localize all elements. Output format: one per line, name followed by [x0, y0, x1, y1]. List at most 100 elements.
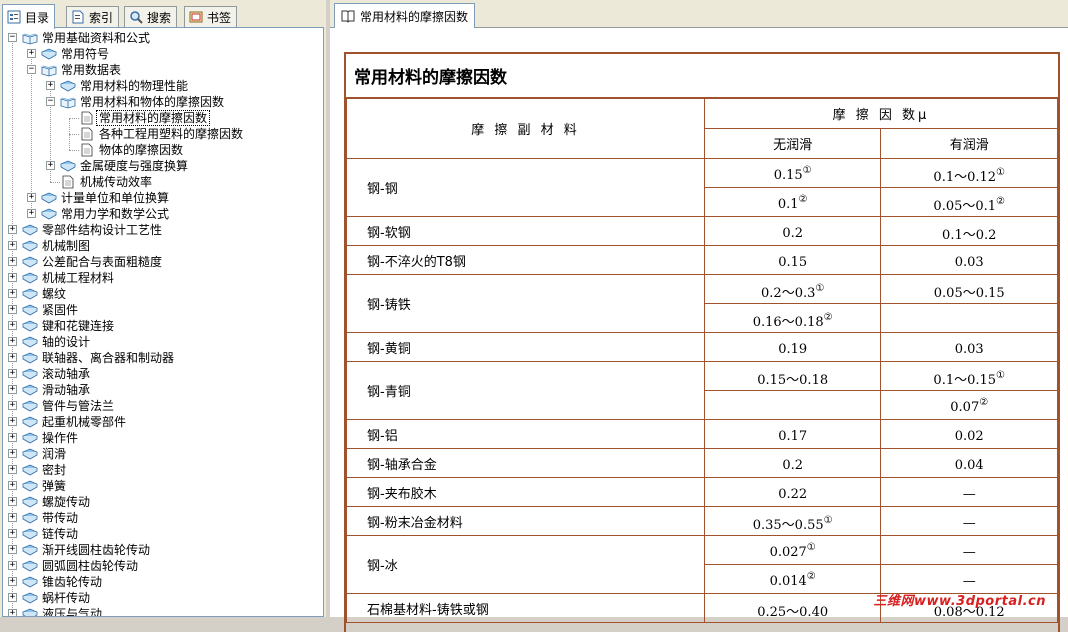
expand-icon[interactable]: + [8, 273, 17, 282]
tree-item[interactable]: + 紧固件 [3, 302, 323, 318]
tree-item-label[interactable]: 滚动轴承 [40, 367, 92, 381]
tree-item-label[interactable]: 机械工程材料 [40, 271, 116, 285]
tree-item[interactable]: + 液压与气动 [3, 606, 323, 616]
tree-item-label[interactable]: 常用力学和数学公式 [59, 207, 171, 221]
expand-icon[interactable]: + [46, 161, 55, 170]
tree-item[interactable]: 常用材料的摩擦因数 [3, 110, 323, 126]
tree-item-label[interactable]: 计量单位和单位换算 [59, 191, 171, 205]
tab-index[interactable]: 索引 [66, 6, 120, 27]
expand-icon[interactable]: + [8, 433, 17, 442]
contents-tree[interactable]: − 常用基础资料和公式 + 常用符号 − 常用数据表 + 常用材料的物理性能 − 常用材料和物体的… [2, 27, 324, 617]
tree-item-label[interactable]: 常用符号 [59, 47, 111, 61]
expand-icon[interactable]: + [8, 465, 17, 474]
tree-item[interactable]: + 滑动轴承 [3, 382, 323, 398]
tree-item[interactable]: + 常用力学和数学公式 [3, 206, 323, 222]
expand-icon[interactable]: + [27, 209, 36, 218]
expand-icon[interactable]: + [27, 49, 36, 58]
expand-icon[interactable]: + [8, 593, 17, 602]
tree-item[interactable]: + 零部件结构设计工艺性 [3, 222, 323, 238]
tree-item-label[interactable]: 滑动轴承 [40, 383, 92, 397]
tree-item[interactable]: 机械传动效率 [3, 174, 323, 190]
tree-item[interactable]: + 锥齿轮传动 [3, 574, 323, 590]
tree-item-label[interactable]: 轴的设计 [40, 335, 92, 349]
tree-item-label[interactable]: 常用材料和物体的摩擦因数 [78, 95, 226, 109]
tree-item[interactable]: + 润滑 [3, 446, 323, 462]
tree-item-label[interactable]: 起重机械零部件 [40, 415, 128, 429]
tree-item-label[interactable]: 螺旋传动 [40, 495, 92, 509]
expand-icon[interactable]: + [8, 561, 17, 570]
tree-item[interactable]: − 常用基础资料和公式 [3, 30, 323, 46]
tree-item[interactable]: + 操作件 [3, 430, 323, 446]
expand-icon[interactable]: + [8, 481, 17, 490]
expand-icon[interactable]: + [8, 321, 17, 330]
tree-item-label[interactable]: 联轴器、离合器和制动器 [40, 351, 176, 365]
tree-item[interactable]: + 联轴器、离合器和制动器 [3, 350, 323, 366]
tree-item-label[interactable]: 常用基础资料和公式 [40, 31, 152, 45]
tab-contents[interactable]: 目录 [2, 4, 56, 29]
tree-item[interactable]: + 圆弧圆柱齿轮传动 [3, 558, 323, 574]
tab-document[interactable]: 常用材料的摩擦因数 [334, 3, 476, 28]
tree-item-label[interactable]: 锥齿轮传动 [40, 575, 104, 589]
tree-item-label[interactable]: 各种工程用塑料的摩擦因数 [97, 127, 245, 141]
tree-item[interactable]: + 机械工程材料 [3, 270, 323, 286]
tree-item[interactable]: + 计量单位和单位换算 [3, 190, 323, 206]
tree-item[interactable]: + 金属硬度与强度换算 [3, 158, 323, 174]
expand-icon[interactable]: + [46, 81, 55, 90]
tree-item[interactable]: + 起重机械零部件 [3, 414, 323, 430]
tree-item[interactable]: + 公差配合与表面粗糙度 [3, 254, 323, 270]
expand-icon[interactable]: + [8, 337, 17, 346]
tree-item-label[interactable]: 紧固件 [40, 303, 80, 317]
tree-item[interactable]: + 螺旋传动 [3, 494, 323, 510]
tree-item[interactable]: + 管件与管法兰 [3, 398, 323, 414]
expand-icon[interactable]: + [8, 513, 17, 522]
tree-item-label[interactable]: 链传动 [40, 527, 80, 541]
tree-item[interactable]: − 常用数据表 [3, 62, 323, 78]
expand-icon[interactable]: + [8, 529, 17, 538]
tree-item-label[interactable]: 物体的摩擦因数 [97, 143, 185, 157]
tree-item[interactable]: 物体的摩擦因数 [3, 142, 323, 158]
tree-item[interactable]: + 轴的设计 [3, 334, 323, 350]
tree-item[interactable]: + 链传动 [3, 526, 323, 542]
tree-item-label[interactable]: 管件与管法兰 [40, 399, 116, 413]
expand-icon[interactable]: + [8, 241, 17, 250]
tree-item-label[interactable]: 密封 [40, 463, 68, 477]
tree-item-label[interactable]: 零部件结构设计工艺性 [40, 223, 164, 237]
tree-item-label[interactable]: 弹簧 [40, 479, 68, 493]
tree-item[interactable]: + 常用符号 [3, 46, 323, 62]
tab-search[interactable]: 搜索 [124, 6, 178, 27]
tree-item-label[interactable]: 渐开线圆柱齿轮传动 [40, 543, 152, 557]
tree-item-label[interactable]: 金属硬度与强度换算 [78, 159, 190, 173]
expand-icon[interactable]: + [8, 401, 17, 410]
tree-item-label[interactable]: 机械制图 [40, 239, 92, 253]
collapse-icon[interactable]: − [8, 33, 17, 42]
tree-item-label[interactable]: 液压与气动 [40, 607, 104, 616]
tree-item[interactable]: + 带传动 [3, 510, 323, 526]
tree-item-label[interactable]: 圆弧圆柱齿轮传动 [40, 559, 140, 573]
tree-item[interactable]: + 密封 [3, 462, 323, 478]
expand-icon[interactable]: + [8, 417, 17, 426]
expand-icon[interactable]: + [8, 225, 17, 234]
tree-item[interactable]: + 机械制图 [3, 238, 323, 254]
tree-item-label[interactable]: 常用数据表 [59, 63, 123, 77]
tree-item[interactable]: + 渐开线圆柱齿轮传动 [3, 542, 323, 558]
collapse-icon[interactable]: − [27, 65, 36, 74]
tree-item[interactable]: − 常用材料和物体的摩擦因数 [3, 94, 323, 110]
expand-icon[interactable]: + [8, 289, 17, 298]
collapse-icon[interactable]: − [46, 97, 55, 106]
expand-icon[interactable]: + [8, 609, 17, 616]
expand-icon[interactable]: + [8, 577, 17, 586]
tree-item-label[interactable]: 带传动 [40, 511, 80, 525]
tree-item[interactable]: + 常用材料的物理性能 [3, 78, 323, 94]
expand-icon[interactable]: + [8, 385, 17, 394]
tree-item-label[interactable]: 机械传动效率 [78, 175, 154, 189]
expand-icon[interactable]: + [27, 193, 36, 202]
expand-icon[interactable]: + [8, 449, 17, 458]
expand-icon[interactable]: + [8, 369, 17, 378]
tree-item-label[interactable]: 操作件 [40, 431, 80, 445]
tree-item-label[interactable]: 公差配合与表面粗糙度 [40, 255, 164, 269]
tree-item-label[interactable]: 常用材料的物理性能 [78, 79, 190, 93]
tree-item[interactable]: + 键和花键连接 [3, 318, 323, 334]
tree-item-label[interactable]: 螺纹 [40, 287, 68, 301]
tab-bookmarks[interactable]: 书签 [184, 6, 238, 27]
expand-icon[interactable]: + [8, 497, 17, 506]
